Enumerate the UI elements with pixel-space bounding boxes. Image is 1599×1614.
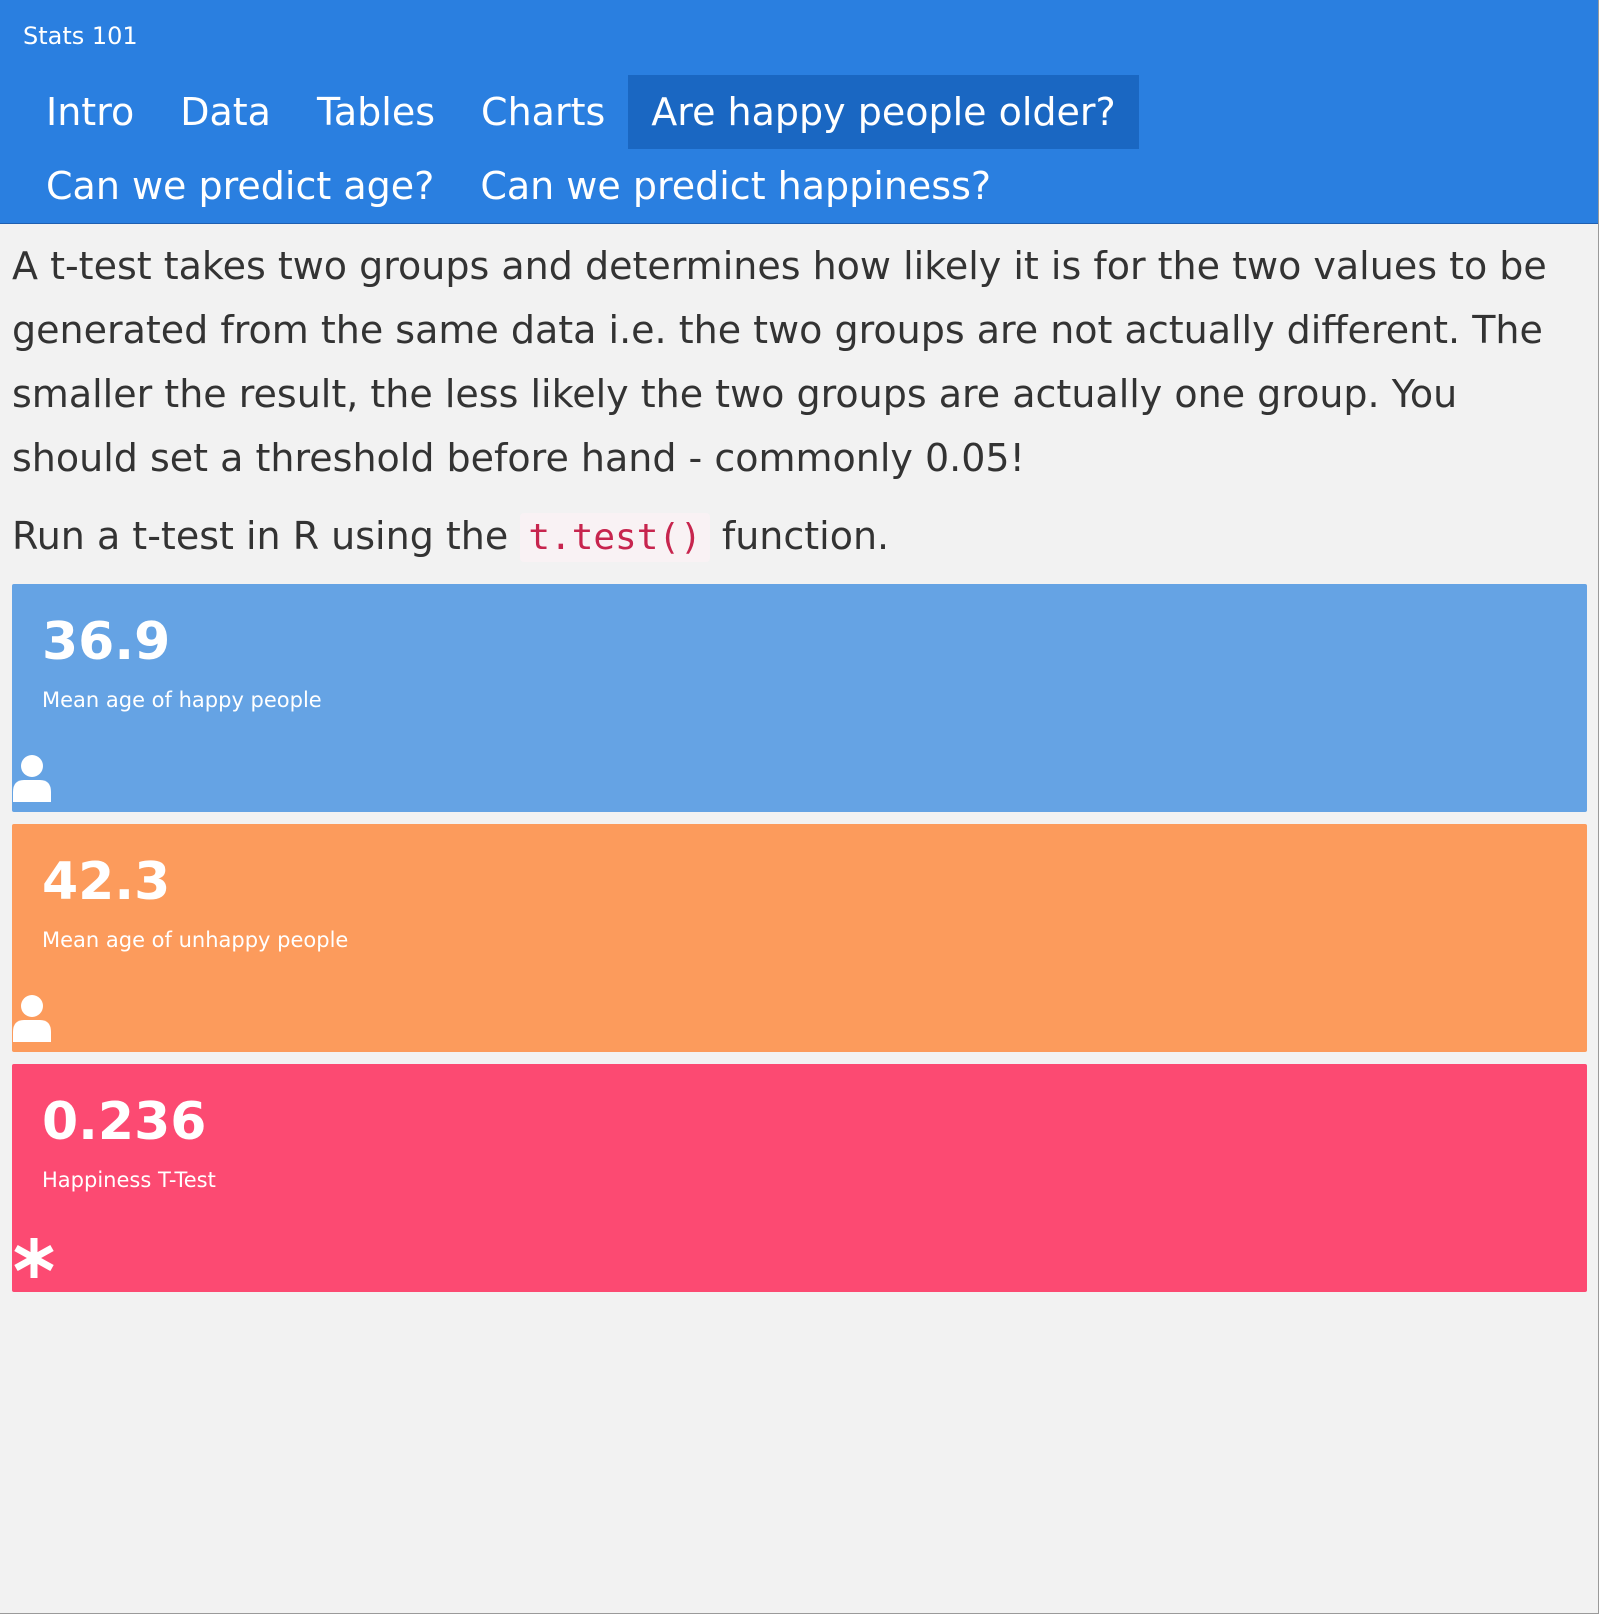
tab-tables[interactable]: Tables [294, 75, 458, 149]
tab-are-happy-people-older[interactable]: Are happy people older? [628, 75, 1139, 149]
tab-intro[interactable]: Intro [23, 75, 157, 149]
tab-can-we-predict-happiness[interactable]: Can we predict happiness? [457, 149, 1014, 223]
main-content: A t-test takes two groups and determines… [12, 224, 1587, 1304]
user-icon [13, 995, 51, 1042]
value-box-value: 42.3 [42, 852, 171, 912]
nav-tabs: Intro Data Tables Charts Are happy peopl… [23, 75, 1558, 223]
value-box-value: 0.236 [42, 1092, 207, 1152]
value-box-caption: Mean age of unhappy people [42, 928, 349, 952]
value-box-ttest: 0.236 Happiness T-Test [12, 1064, 1587, 1292]
app-brand[interactable]: Stats 101 [23, 22, 138, 50]
run-instruction: Run a t-test in R using the t.test() fun… [12, 504, 1587, 570]
tab-charts[interactable]: Charts [458, 75, 628, 149]
user-icon [13, 755, 51, 802]
run-suffix: function. [709, 514, 890, 558]
value-box-caption: Happiness T-Test [42, 1168, 216, 1192]
value-box-value: 36.9 [42, 612, 171, 672]
value-box-caption: Mean age of happy people [42, 688, 322, 712]
tab-can-we-predict-age[interactable]: Can we predict age? [23, 149, 457, 223]
asterisk-icon [14, 1238, 54, 1278]
code-snippet: t.test() [520, 513, 710, 562]
tab-data[interactable]: Data [157, 75, 294, 149]
navbar: Stats 101 Intro Data Tables Charts Are h… [0, 0, 1598, 224]
value-boxes: 36.9 Mean age of happy people 42.3 Mean … [12, 584, 1587, 1292]
value-box-happy-age: 36.9 Mean age of happy people [12, 584, 1587, 812]
run-prefix: Run a t-test in R using the [12, 514, 521, 558]
value-box-unhappy-age: 42.3 Mean age of unhappy people [12, 824, 1587, 1052]
intro-paragraph: A t-test takes two groups and determines… [12, 244, 1547, 480]
